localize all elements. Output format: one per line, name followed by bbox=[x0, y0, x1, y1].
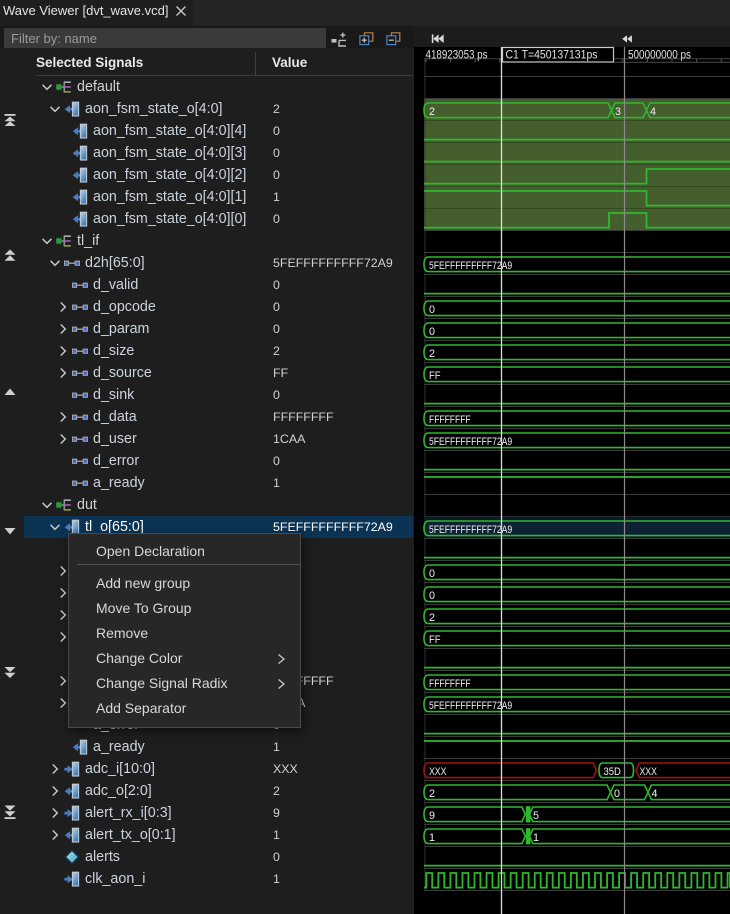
svg-text:FFFFFFFF: FFFFFFFF bbox=[429, 414, 471, 426]
svg-text:XXX: XXX bbox=[640, 766, 658, 778]
svg-text:4: 4 bbox=[652, 788, 658, 800]
svg-text:XXX: XXX bbox=[429, 766, 447, 778]
svg-text:9: 9 bbox=[429, 810, 435, 822]
svg-text:0: 0 bbox=[429, 304, 435, 316]
svg-text:5FEFFFFFFFFF72A9: 5FEFFFFFFFFF72A9 bbox=[429, 260, 512, 272]
svg-text:0: 0 bbox=[429, 590, 435, 602]
svg-text:500000000 ps: 500000000 ps bbox=[628, 50, 691, 62]
svg-text:1: 1 bbox=[533, 832, 539, 844]
svg-text:2: 2 bbox=[429, 612, 435, 624]
svg-text:5FEFFFFFFFFF72A9: 5FEFFFFFFFFF72A9 bbox=[429, 700, 512, 712]
svg-text:418923053 ps: 418923053 ps bbox=[426, 50, 488, 62]
svg-text:35D: 35D bbox=[604, 766, 621, 778]
svg-text:2: 2 bbox=[429, 788, 435, 800]
svg-text:5FEFFFFFFFFF72A9: 5FEFFFFFFFFF72A9 bbox=[429, 524, 512, 536]
svg-text:FF: FF bbox=[429, 370, 441, 382]
svg-text:2: 2 bbox=[429, 348, 435, 360]
svg-text:4: 4 bbox=[650, 106, 656, 118]
svg-text:FFFFFFFF: FFFFFFFF bbox=[429, 678, 471, 690]
svg-text:2: 2 bbox=[429, 106, 435, 118]
svg-text:0: 0 bbox=[429, 568, 435, 580]
svg-text:0: 0 bbox=[614, 788, 620, 800]
svg-text:1: 1 bbox=[429, 832, 435, 844]
svg-text:C1 T=450137131ps: C1 T=450137131ps bbox=[506, 50, 598, 62]
svg-text:5: 5 bbox=[533, 810, 539, 822]
svg-text:3: 3 bbox=[615, 106, 621, 118]
svg-text:5FEFFFFFFFFF72A9: 5FEFFFFFFFFF72A9 bbox=[429, 436, 512, 448]
svg-text:0: 0 bbox=[429, 326, 435, 338]
svg-text:FF: FF bbox=[429, 634, 441, 646]
